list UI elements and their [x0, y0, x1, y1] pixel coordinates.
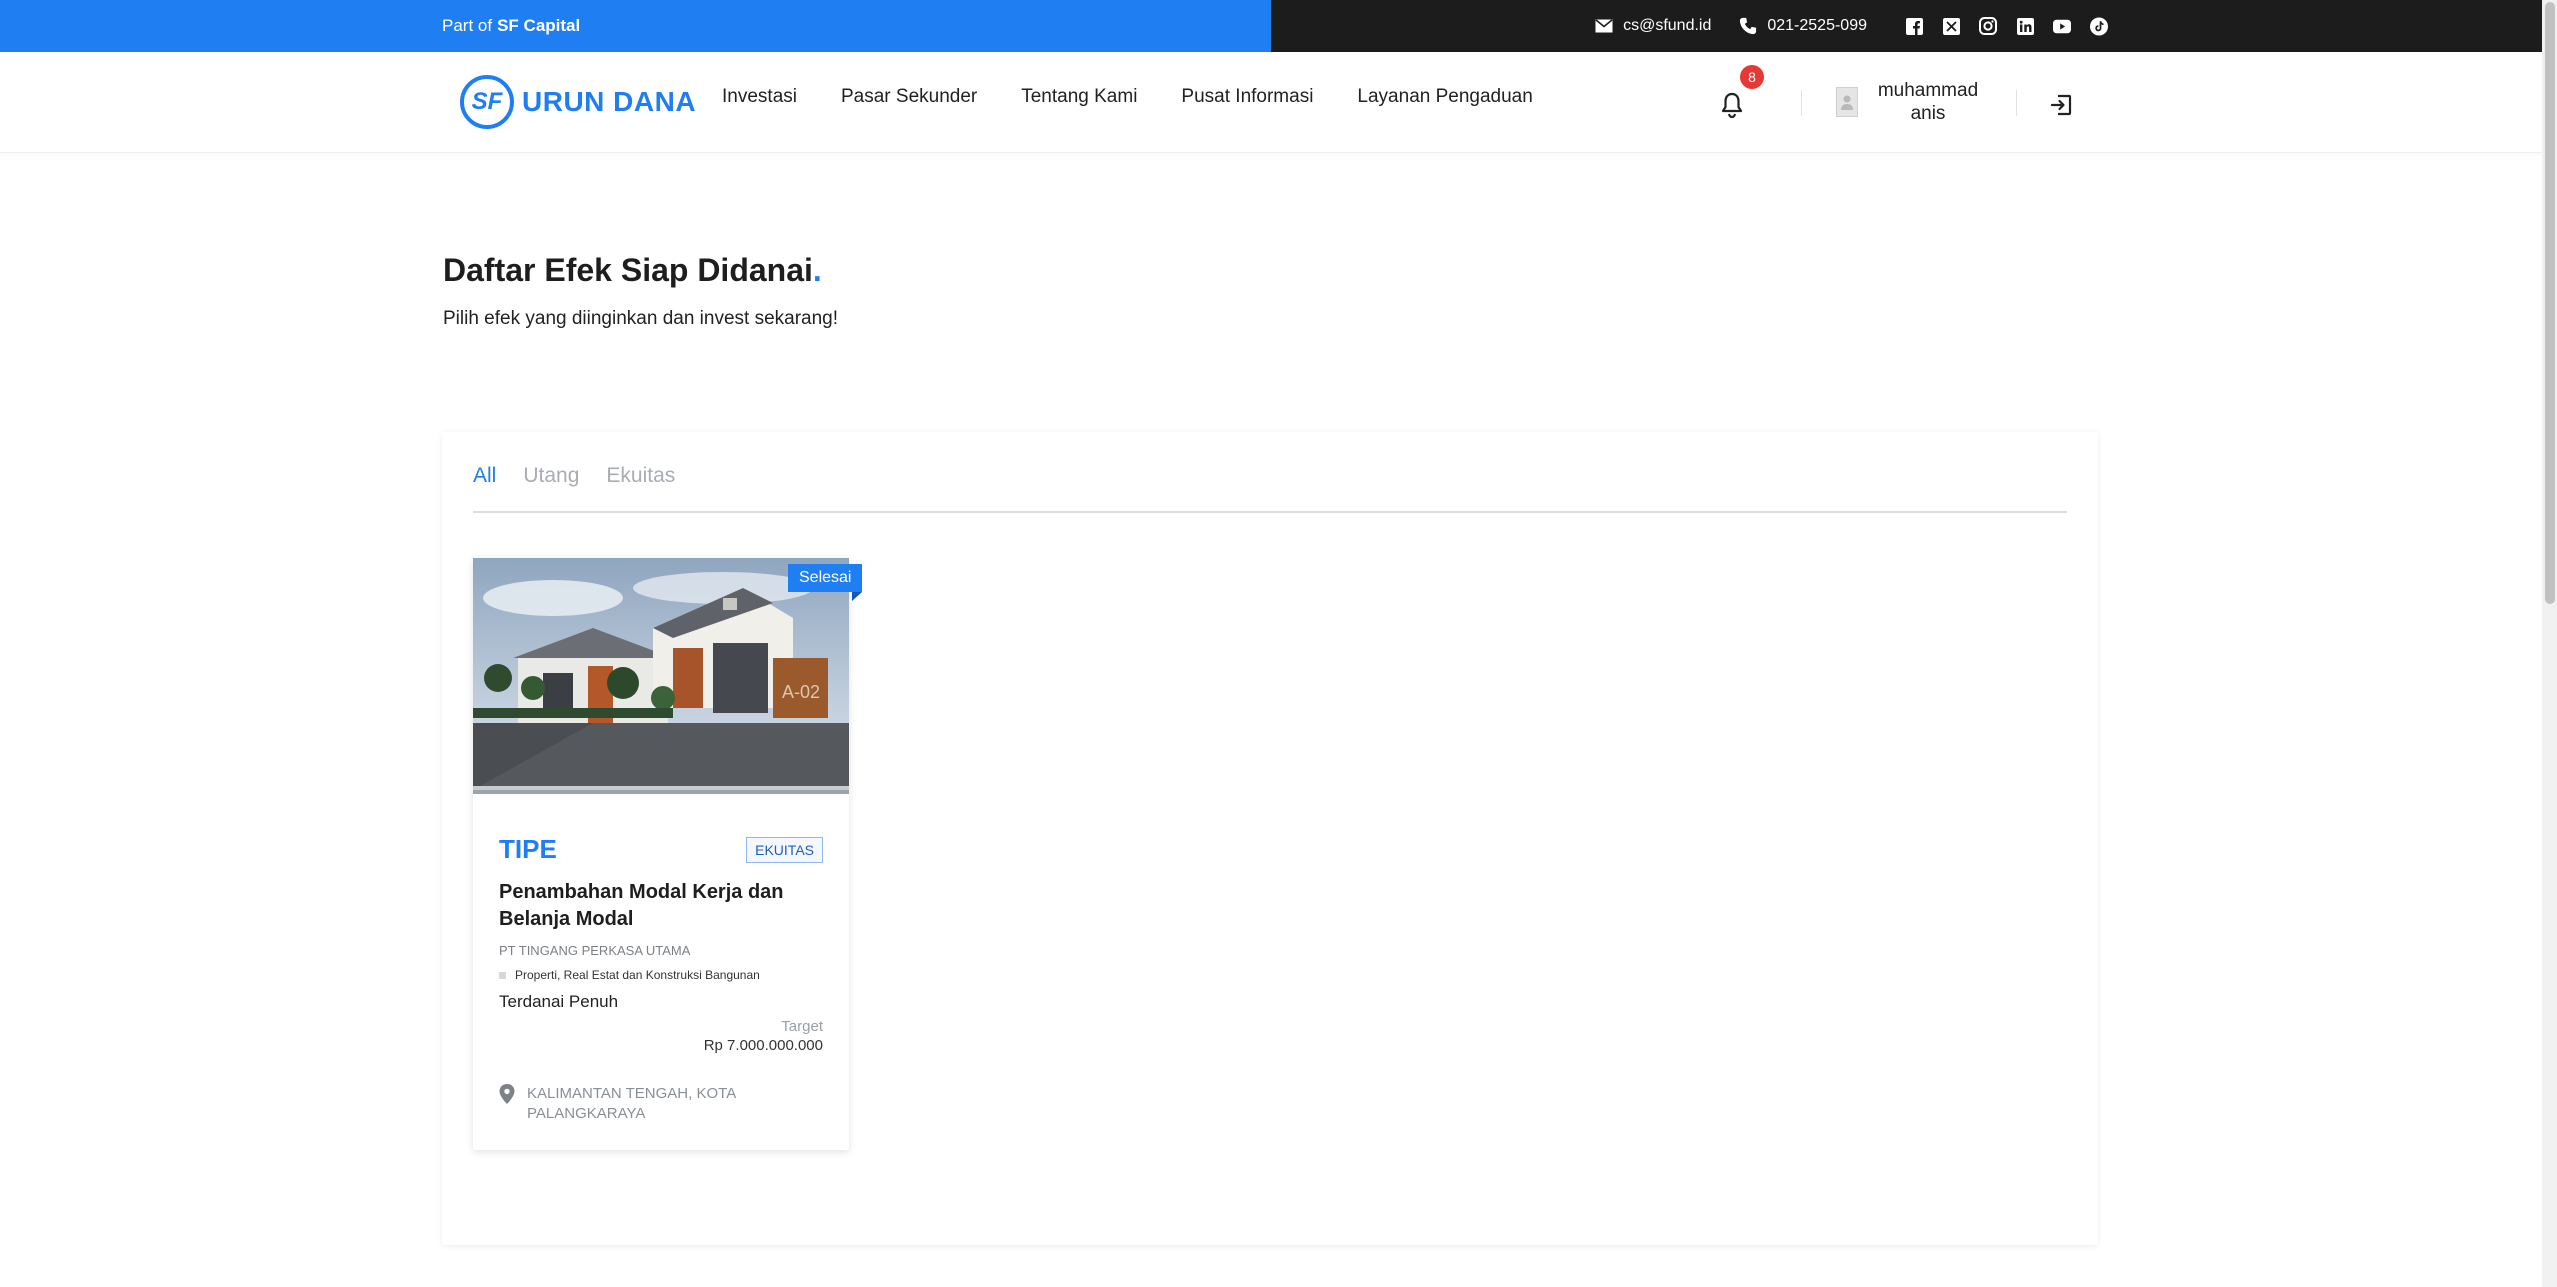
page-title: Daftar Efek Siap Didanai. [443, 252, 822, 289]
username: muhammad anis [1872, 79, 1984, 125]
type-label: TIPE [499, 834, 557, 864]
target-value: Rp 7.000.000.000 [703, 1037, 823, 1054]
nav-item-pusat-informasi[interactable]: Pusat Informasi [1181, 86, 1313, 108]
tab-ekuitas[interactable]: Ekuitas [606, 464, 675, 488]
user-menu[interactable]: muhammad anis [1836, 79, 1984, 125]
header-divider [2016, 90, 2017, 116]
sector-bullet-icon [499, 971, 506, 979]
sector: Properti, Real Estat dan Konstruksi Bang… [499, 968, 823, 982]
header-divider [1801, 90, 1802, 116]
type-row: TIPE EKUITAS [499, 834, 823, 865]
instagram-icon[interactable] [1979, 17, 1997, 35]
scrollbar-thumb[interactable] [2545, 2, 2555, 604]
listing-panel: All Utang Ekuitas A-02 Selesai TIPE EKUI… [442, 432, 2098, 1245]
notification-count-badge: 8 [1740, 65, 1764, 89]
tabs-divider [473, 511, 2067, 513]
avatar [1836, 87, 1858, 117]
email-contact[interactable]: cs@sfund.id [1595, 17, 1711, 35]
social-links [1905, 17, 2108, 35]
type-badge: EKUITAS [746, 836, 823, 863]
map-pin-icon [499, 1084, 515, 1124]
youtube-icon[interactable] [2053, 17, 2071, 35]
phone-icon [1739, 17, 1757, 35]
location-text: KALIMANTAN TENGAH, KOTA PALANGKARAYA [527, 1085, 736, 1122]
logout-icon[interactable] [2049, 93, 2073, 117]
funding-status: Terdanai Penuh [499, 992, 619, 1011]
linkedin-icon[interactable] [2016, 17, 2034, 35]
nav-item-pasar-sekunder[interactable]: Pasar Sekunder [841, 86, 977, 108]
topbar-affiliation: Part of SF Capital [0, 0, 1271, 52]
main-nav: Investasi Pasar Sekunder Tentang Kami Pu… [722, 86, 1577, 108]
email-text: cs@sfund.id [1623, 17, 1712, 34]
phone-contact[interactable]: 021-2525-099 [1739, 17, 1867, 35]
project-card[interactable]: A-02 Selesai TIPE EKUITAS Penambahan Mod… [473, 558, 863, 1150]
site-logo[interactable]: SF URUN DANA [460, 75, 696, 129]
page-title-dot: . [812, 252, 822, 288]
location: KALIMANTAN TENGAH, KOTA PALANGKARAYA [499, 1084, 823, 1124]
status-badge: Selesai [788, 564, 863, 601]
target-label: Target [781, 1018, 823, 1035]
sf-capital-link[interactable]: SF Capital [497, 16, 580, 36]
topbar-contacts: cs@sfund.id 021-2525-099 [1271, 0, 2542, 52]
project-image: A-02 [473, 558, 849, 794]
page-title-text: Daftar Efek Siap Didanai [443, 252, 813, 288]
card-body: TIPE EKUITAS Penambahan Modal Kerja dan … [499, 834, 823, 1124]
image-house-label: A-02 [782, 682, 820, 702]
nav-item-tentang-kami[interactable]: Tentang Kami [1021, 86, 1137, 108]
nav-item-investasi[interactable]: Investasi [722, 86, 797, 108]
company-name: PT TINGANG PERKASA UTAMA [499, 943, 691, 958]
top-bar: Part of SF Capital cs@sfund.id 021-2525-… [0, 0, 2542, 52]
main-header: SF URUN DANA Investasi Pasar Sekunder Te… [0, 52, 2542, 153]
phone-text: 021-2525-099 [1767, 17, 1867, 34]
username-first: muhammad [1877, 80, 1979, 101]
logo-mark: SF [460, 75, 514, 129]
project-title: Penambahan Modal Kerja dan Belanja Modal [499, 881, 784, 930]
tiktok-icon[interactable] [2090, 17, 2108, 35]
x-icon[interactable] [1942, 17, 1960, 35]
sector-label: Properti, Real Estat dan Konstruksi Bang… [515, 968, 760, 982]
mail-icon [1595, 17, 1613, 35]
tab-all[interactable]: All [473, 464, 496, 488]
page-subtitle: Pilih efek yang diinginkan dan invest se… [443, 308, 839, 329]
bell-icon[interactable] [1718, 90, 1746, 120]
part-of-text: Part of [442, 16, 493, 35]
nav-item-layanan-pengaduan[interactable]: Layanan Pengaduan [1357, 86, 1532, 108]
filter-tabs: All Utang Ekuitas [473, 464, 675, 488]
facebook-icon[interactable] [1905, 17, 1923, 35]
username-last: anis [1910, 103, 1946, 124]
tab-utang[interactable]: Utang [523, 464, 579, 488]
logo-text: URUN DANA [522, 86, 697, 117]
